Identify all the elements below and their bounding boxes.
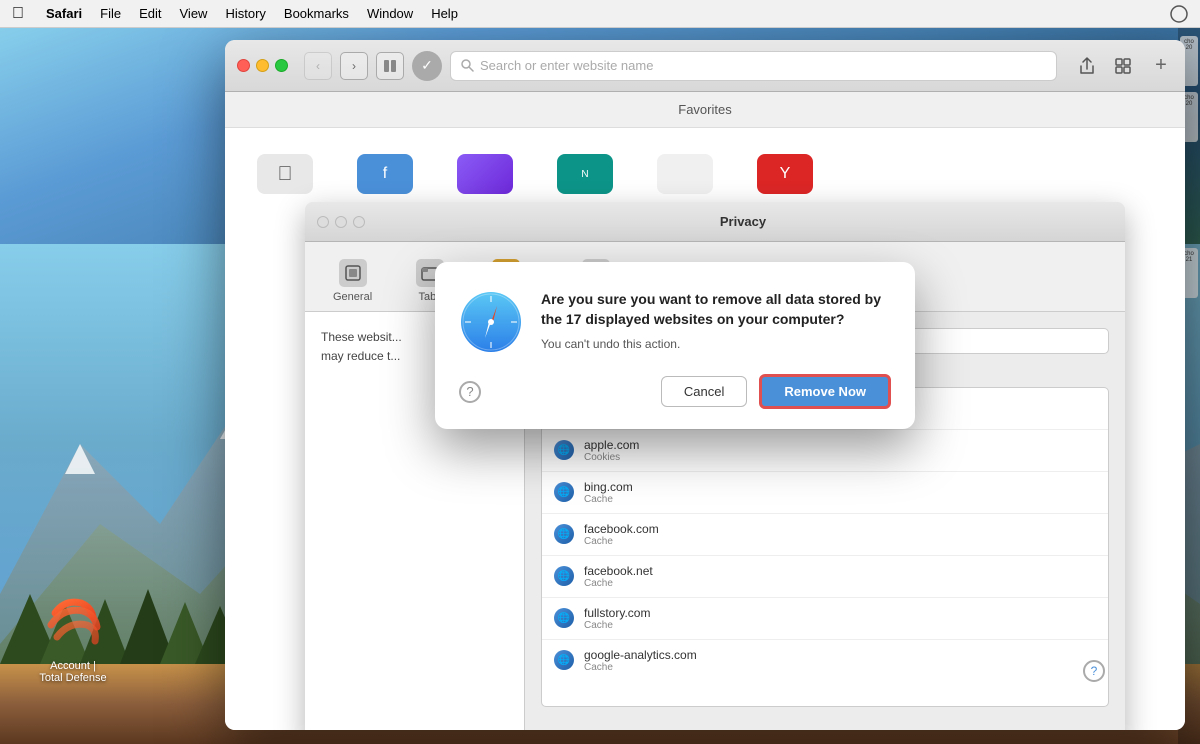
- safari-window: ‹ › ✓ Search or enter website name +: [225, 40, 1185, 730]
- globe-icon: 🌐: [554, 566, 574, 586]
- website-list-item[interactable]: 🌐 facebook.com Cache: [542, 514, 1108, 556]
- tab-general-label: General: [333, 291, 372, 303]
- fav-icon-2[interactable]: [445, 144, 525, 204]
- safari-titlebar: ‹ › ✓ Search or enter website name +: [225, 40, 1185, 92]
- alert-buttons: ? Cancel Remove Now: [459, 370, 891, 409]
- website-list-item[interactable]: 🌐 fullstory.com Cache: [542, 598, 1108, 640]
- safari-compass-icon: [459, 290, 523, 354]
- website-type: Cache: [584, 620, 1096, 631]
- website-name: fullstory.com: [584, 606, 1096, 620]
- forward-button[interactable]: ›: [340, 52, 368, 80]
- desktop: Account |Total Defense cho20 cho20 cho21…: [0, 28, 1200, 744]
- close-button[interactable]: [237, 59, 250, 72]
- fav-icon-3[interactable]: N: [545, 144, 625, 204]
- address-bar-placeholder: Search or enter website name: [480, 58, 653, 73]
- privacy-help-button[interactable]: ?: [1083, 660, 1105, 682]
- fav-icon-1[interactable]: f: [345, 144, 425, 204]
- safari-traffic-lights: [237, 59, 288, 72]
- menu-clock: [1170, 5, 1188, 23]
- share-button[interactable]: [1073, 52, 1101, 80]
- menu-help[interactable]: Help: [431, 6, 458, 21]
- website-info: apple.com Cookies: [584, 438, 1096, 463]
- website-list-item[interactable]: 🌐 facebook.net Cache: [542, 556, 1108, 598]
- website-info: bing.com Cache: [584, 480, 1096, 505]
- alert-content: Are you sure you want to remove all data…: [459, 290, 891, 354]
- new-tab-grid-button[interactable]: [1109, 52, 1137, 80]
- website-info: facebook.net Cache: [584, 564, 1096, 589]
- menu-window[interactable]: Window: [367, 6, 413, 21]
- menu-view[interactable]: View: [180, 6, 208, 21]
- tab-general[interactable]: General: [321, 251, 384, 311]
- safari-toolbar-right: [1073, 52, 1137, 80]
- menu-bookmarks[interactable]: Bookmarks: [284, 6, 349, 21]
- privacy-close-btn[interactable]: [317, 216, 329, 228]
- atd-logo-icon: [38, 586, 108, 656]
- privacy-traffic-lights: [317, 216, 365, 228]
- help-icon: ?: [466, 384, 473, 399]
- alert-subtitle: You can't undo this action.: [541, 337, 891, 351]
- favorites-title: Favorites: [678, 102, 731, 117]
- website-type: Cache: [584, 536, 1096, 547]
- remove-now-button[interactable]: Remove Now: [759, 374, 891, 409]
- globe-icon: 🌐: [554, 650, 574, 670]
- website-list-item[interactable]: 🌐 bing.com Cache: [542, 472, 1108, 514]
- menu-safari[interactable]: Safari: [46, 6, 82, 21]
- alert-text-content: Are you sure you want to remove all data…: [541, 290, 891, 351]
- privacy-panel-title: Privacy: [373, 214, 1113, 229]
- add-tab-button[interactable]: +: [1149, 54, 1173, 78]
- menu-history[interactable]: History: [225, 6, 265, 21]
- safari-content: Favorites  f N: [225, 92, 1185, 730]
- website-name: facebook.com: [584, 522, 1096, 536]
- alert-help-button[interactable]: ?: [459, 381, 481, 403]
- website-list: 🌐 ads-twit... Cache 🌐 apple.com Cookies …: [541, 387, 1109, 707]
- fav-icon-4[interactable]: [645, 144, 725, 204]
- privacy-minimize-btn[interactable]: [335, 216, 347, 228]
- website-type: Cache: [584, 494, 1096, 505]
- globe-icon: 🌐: [554, 482, 574, 502]
- website-info: google-analytics.com Cache: [584, 648, 1096, 673]
- privacy-maximize-btn[interactable]: [353, 216, 365, 228]
- address-bar[interactable]: Search or enter website name: [450, 51, 1057, 81]
- globe-icon: 🌐: [554, 524, 574, 544]
- menu-bar:  Safari File Edit View History Bookmark…: [0, 0, 1200, 28]
- website-name: facebook.net: [584, 564, 1096, 578]
- shield-check-icon: ✓: [412, 51, 442, 81]
- search-icon: [461, 59, 474, 72]
- fav-icon-5[interactable]: Y: [745, 144, 825, 204]
- favorites-bar: Favorites: [225, 92, 1185, 128]
- website-name: bing.com: [584, 480, 1096, 494]
- alert-title: Are you sure you want to remove all data…: [541, 290, 891, 329]
- menu-file[interactable]: File: [100, 6, 121, 21]
- apple-logo-icon[interactable]: : [12, 5, 24, 23]
- cancel-button[interactable]: Cancel: [661, 376, 747, 407]
- website-name: apple.com: [584, 438, 1096, 452]
- maximize-button[interactable]: [275, 59, 288, 72]
- website-list-item[interactable]: 🌐 apple.com Cookies: [542, 430, 1108, 472]
- atd-icon[interactable]: Account |Total Defense: [38, 586, 108, 684]
- privacy-titlebar: Privacy: [305, 202, 1125, 242]
- alert-dialog: Are you sure you want to remove all data…: [435, 262, 915, 429]
- globe-icon: 🌐: [554, 440, 574, 460]
- website-info: fullstory.com Cache: [584, 606, 1096, 631]
- menu-edit[interactable]: Edit: [139, 6, 161, 21]
- website-type: Cookies: [584, 452, 1096, 463]
- fav-icon-apple[interactable]: : [245, 144, 325, 204]
- website-list-item[interactable]: 🌐 google-analytics.com Cache: [542, 640, 1108, 681]
- reading-view-button[interactable]: [376, 52, 404, 80]
- minimize-button[interactable]: [256, 59, 269, 72]
- website-name: google-analytics.com: [584, 648, 1096, 662]
- atd-label: Account |Total Defense: [39, 660, 106, 684]
- website-info: facebook.com Cache: [584, 522, 1096, 547]
- globe-icon: 🌐: [554, 608, 574, 628]
- general-icon: [339, 259, 367, 287]
- back-button[interactable]: ‹: [304, 52, 332, 80]
- website-type: Cache: [584, 578, 1096, 589]
- website-type: Cache: [584, 662, 1096, 673]
